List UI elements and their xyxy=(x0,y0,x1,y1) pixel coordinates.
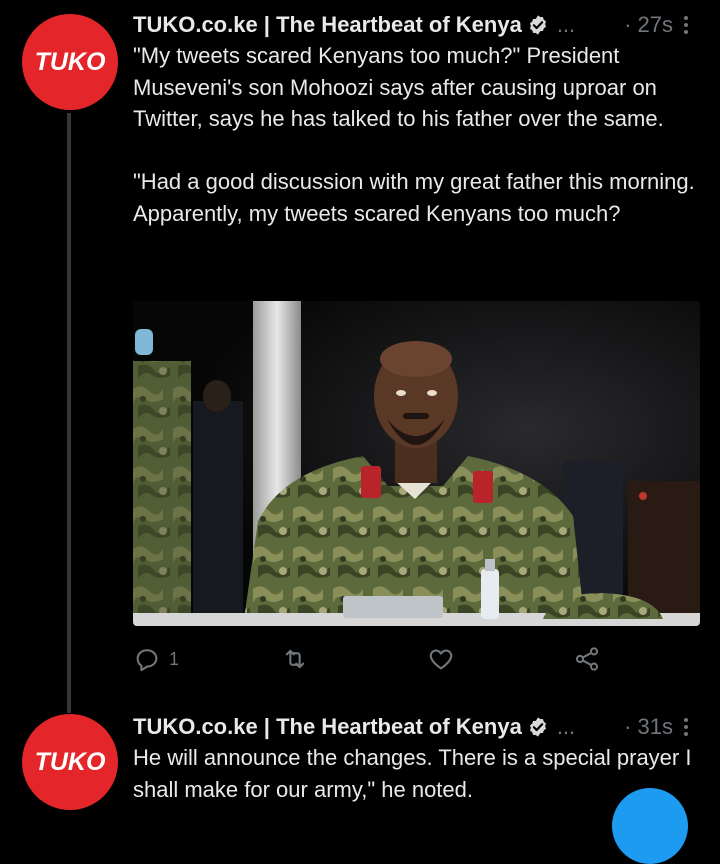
timestamp[interactable]: · 31s xyxy=(624,714,673,740)
avatar[interactable]: TUKO xyxy=(22,14,118,110)
author-name[interactable]: TUKO.co.ke | The Heartbeat of Kenya xyxy=(133,714,522,740)
tweet-actions: 1 xyxy=(133,645,613,679)
reply-button[interactable]: 1 xyxy=(133,645,179,673)
verified-badge-icon xyxy=(529,717,546,737)
compose-tweet-button[interactable] xyxy=(612,788,688,864)
reply-count: 1 xyxy=(169,648,180,669)
thread-line xyxy=(67,113,71,713)
photo-image xyxy=(133,301,700,626)
tweet[interactable]: TUKO TUKO.co.ke | The Heartbeat of Kenya… xyxy=(0,0,720,713)
name-truncation: ... xyxy=(556,714,576,739)
retweet-button[interactable] xyxy=(281,645,309,673)
retweet-icon xyxy=(285,649,305,669)
share-button[interactable] xyxy=(573,645,601,673)
tweet-photo[interactable] xyxy=(133,301,700,626)
more-icon[interactable] xyxy=(679,718,693,736)
avatar-logo-text: TUKO xyxy=(34,747,106,776)
verified-badge-icon xyxy=(529,15,546,35)
heart-icon xyxy=(429,649,453,670)
tweet-text: "My tweets scared Kenyans too much?" Pre… xyxy=(133,40,703,229)
tweet-text: He will announce the changes. There is a… xyxy=(133,742,703,805)
timestamp[interactable]: · 27s xyxy=(624,12,673,38)
share-icon xyxy=(575,647,599,671)
more-icon[interactable] xyxy=(679,16,693,34)
avatar-logo-text: TUKO xyxy=(34,47,106,76)
name-truncation: ... xyxy=(556,12,576,37)
like-button[interactable] xyxy=(427,645,455,673)
tweet-header: TUKO.co.ke | The Heartbeat of Kenya ... … xyxy=(133,8,693,42)
tweet-paragraph: He will announce the changes. There is a… xyxy=(133,745,692,802)
avatar[interactable]: TUKO xyxy=(22,714,118,810)
tweet[interactable]: TUKO TUKO.co.ke | The Heartbeat of Kenya… xyxy=(0,712,720,816)
tweet-paragraph: "My tweets scared Kenyans too much?" Pre… xyxy=(133,43,664,131)
author-name[interactable]: TUKO.co.ke | The Heartbeat of Kenya xyxy=(133,12,522,38)
tweet-header: TUKO.co.ke | The Heartbeat of Kenya ... … xyxy=(133,710,693,744)
reply-icon xyxy=(136,649,158,672)
tweet-paragraph: "Had a good discussion with my great fat… xyxy=(133,169,695,226)
